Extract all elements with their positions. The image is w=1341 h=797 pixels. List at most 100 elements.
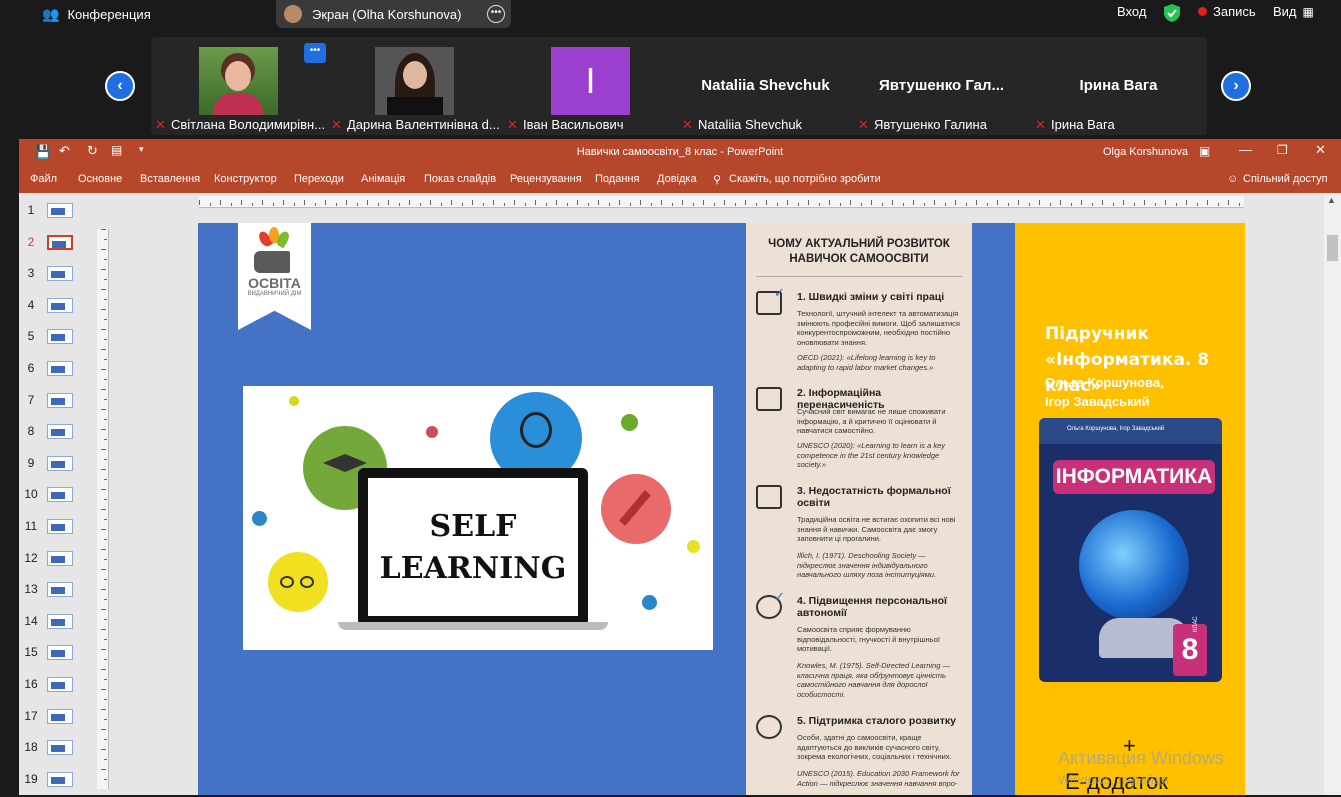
shield-icon[interactable]: [1164, 4, 1180, 22]
ruler-tick: [101, 749, 106, 750]
ribbon-tabs: Файл Основне Вставлення Конструктор Пере…: [19, 165, 1341, 193]
book-authors: Ольга Коршунова, Ігор Завадський: [1045, 375, 1164, 409]
ruler-tick: [913, 200, 914, 205]
ruler-tick: [493, 200, 494, 205]
vertical-scrollbar[interactable]: ▲: [1324, 193, 1341, 795]
ruler-tick: [1081, 200, 1082, 205]
tab-slideshow[interactable]: Показ слайдів: [424, 173, 496, 185]
ruler-tick: [986, 203, 988, 206]
slide-preview: [47, 550, 73, 566]
screen-share-pill[interactable]: Экран (Olha Korshunova) •••: [276, 0, 511, 28]
participant-photo: [199, 47, 278, 115]
tab-file[interactable]: Файл: [30, 173, 57, 185]
ruler-tick: [101, 549, 106, 550]
osvita-logo: ОСВІТА ВИДАВНИЧИЙ ДІМ: [238, 223, 311, 330]
view-button[interactable]: Вид ▦: [1273, 4, 1314, 19]
meeting-info[interactable]: 👥 Конференция: [42, 6, 151, 23]
slide-number: 8: [27, 424, 35, 439]
participant-tile[interactable]: I ✕ Іван Васильович: [503, 37, 678, 135]
ribbon-display-icon[interactable]: ▣: [1199, 144, 1210, 158]
slide-number: 14: [24, 613, 38, 628]
self-learning-image: SELF LEARNING: [243, 386, 713, 650]
signin-button[interactable]: Вход: [1117, 4, 1146, 19]
slide-thumbnail[interactable]: 14: [19, 608, 92, 639]
slide-thumbnail[interactable]: 3: [19, 260, 92, 291]
ruler-tick: [1133, 203, 1135, 206]
tab-view[interactable]: Подання: [595, 173, 639, 185]
ruler-tick: [629, 203, 631, 206]
tab-design[interactable]: Конструктор: [214, 173, 277, 185]
slide-preview: [47, 582, 73, 598]
tell-me-search[interactable]: Скажіть, що потрібно зробити: [729, 173, 881, 185]
scroll-up-icon[interactable]: ▲: [1327, 195, 1336, 205]
tab-animation[interactable]: Анімація: [361, 173, 405, 185]
participant-photo: [375, 47, 454, 115]
ruler-tick: [101, 309, 106, 310]
glasses-icon: [268, 552, 328, 612]
ruler-tick: [1007, 203, 1009, 206]
slide-thumbnail[interactable]: 1: [19, 197, 92, 228]
ruler-tick: [101, 669, 106, 670]
ruler-tick: [1207, 200, 1208, 205]
participant-name: Дарина Валентинівна d...: [347, 117, 500, 132]
user-name[interactable]: Olga Korshunova: [1103, 146, 1188, 158]
ruler-tick: [1112, 203, 1114, 206]
record-button[interactable]: Запись: [1198, 4, 1256, 19]
scroll-thumb[interactable]: [1327, 235, 1338, 261]
slide-canvas[interactable]: ОСВІТА ВИДАВНИЧИЙ ДІМ SELF LEARNING ЧОМУ…: [198, 223, 1245, 795]
slide-thumbnail[interactable]: 13: [19, 576, 92, 607]
ruler-tick: [104, 479, 107, 480]
ruler-tick: [293, 203, 295, 206]
slide-thumbnail[interactable]: 15: [19, 639, 92, 670]
participant-tile[interactable]: Ірина Вага ✕ Ірина Вага: [1031, 37, 1206, 135]
next-page-button[interactable]: ›: [1221, 71, 1251, 101]
tab-help[interactable]: Довідка: [657, 173, 697, 185]
ruler-tick: [304, 200, 305, 205]
tab-transitions[interactable]: Переходи: [294, 173, 344, 185]
slide-thumbnail[interactable]: 7: [19, 387, 92, 418]
tab-home[interactable]: Основне: [78, 173, 122, 185]
ruler-tick: [703, 200, 704, 205]
ruler-tick: [860, 203, 862, 206]
ruler-tick: [535, 200, 536, 205]
minimize-icon[interactable]: —: [1239, 142, 1252, 157]
prev-page-button[interactable]: ‹: [105, 71, 135, 101]
participant-tile[interactable]: Nataliia Shevchuk ✕ Nataliia Shevchuk: [678, 37, 853, 135]
more-icon[interactable]: •••: [304, 43, 326, 63]
slide-thumbnail[interactable]: 16: [19, 671, 92, 702]
slide-thumbnail[interactable]: 19: [19, 766, 92, 797]
slide-thumbnail[interactable]: 6: [19, 355, 92, 386]
slide-number: 16: [24, 677, 38, 691]
tab-insert[interactable]: Вставлення: [140, 173, 200, 185]
slide-thumbnail[interactable]: 8: [19, 418, 92, 449]
ruler-tick: [356, 203, 358, 206]
ruler-tick: [335, 203, 337, 206]
tab-review[interactable]: Рецензування: [510, 173, 582, 185]
ruler-tick: [101, 269, 106, 270]
close-icon[interactable]: ✕: [1315, 142, 1326, 158]
participant-tile[interactable]: ✕ Дарина Валентинівна d...: [327, 37, 502, 135]
ruler-tick: [101, 249, 106, 250]
ruler-tick: [734, 203, 736, 206]
slide-thumbnail[interactable]: 10: [19, 481, 92, 512]
participant-tile[interactable]: Явтушенко Гал... ✕ Явтушенко Галина: [854, 37, 1029, 135]
maximize-icon[interactable]: ❐: [1277, 143, 1288, 157]
share-button[interactable]: Спільний доступ: [1243, 173, 1328, 185]
ruler-tick: [692, 203, 694, 206]
book-promo-panel: Підручник «Інформатика. 8 клас» Ольга Ко…: [1015, 223, 1245, 795]
ruler-tick: [101, 509, 106, 510]
participant-tile[interactable]: ••• ✕ Світлана Володимирівн...: [151, 37, 326, 135]
slide-thumbnail[interactable]: 4: [19, 292, 92, 323]
participant-name: Іван Васильович: [523, 117, 624, 132]
slide-thumbnail[interactable]: 5: [19, 323, 92, 354]
ruler-tick: [101, 389, 106, 390]
slide-thumbnail[interactable]: 11: [19, 513, 92, 544]
more-options-icon[interactable]: •••: [487, 5, 505, 23]
ruler-tick: [101, 449, 106, 450]
slide-thumbnail[interactable]: 17: [19, 703, 92, 734]
ruler-tick: [745, 200, 746, 205]
slide-thumbnail[interactable]: 18: [19, 734, 92, 765]
slide-thumbnail[interactable]: 9: [19, 450, 92, 481]
slide-thumbnail[interactable]: 12: [19, 545, 92, 576]
slide-thumbnail[interactable]: 2: [19, 229, 92, 260]
